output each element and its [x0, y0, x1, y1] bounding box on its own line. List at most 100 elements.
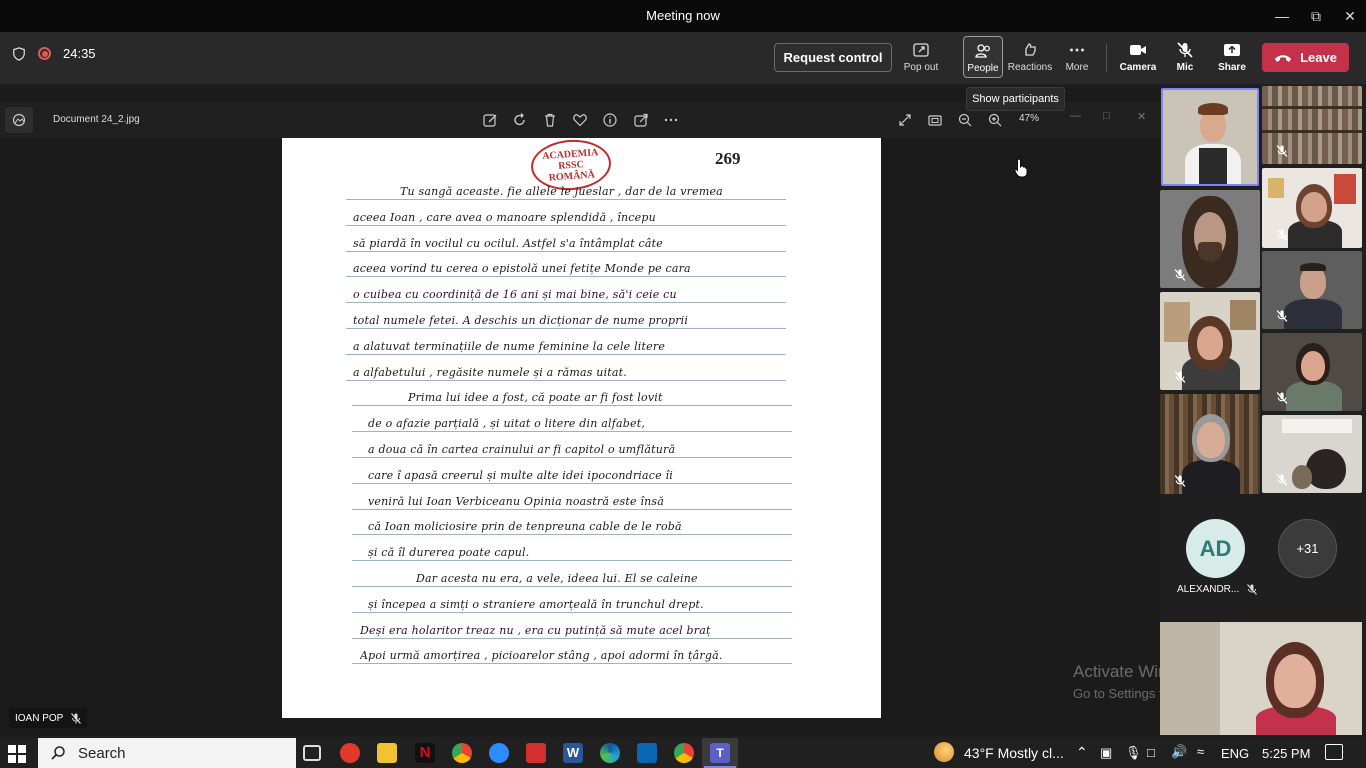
windows-start-icon[interactable]	[8, 745, 26, 763]
webex-icon[interactable]	[637, 743, 657, 763]
pop-out-button[interactable]: Pop out	[899, 36, 943, 80]
participant-tile[interactable]	[1262, 415, 1362, 493]
zoom-in-icon[interactable]	[987, 112, 1003, 128]
participant-tile[interactable]	[1160, 394, 1260, 494]
phone-hangup-icon	[1275, 54, 1292, 62]
more-button[interactable]: More	[1055, 36, 1099, 80]
participant-tile[interactable]	[1262, 86, 1362, 164]
camera-label: Camera	[1119, 62, 1157, 73]
windows-taskbar: Search N W T 43°F Mostly cl... ⌃ ▣ 🎙 □ 🔊…	[0, 738, 1366, 768]
avatar[interactable]: AD	[1186, 519, 1245, 578]
search-icon	[51, 746, 65, 760]
ruled-line	[346, 250, 786, 252]
participant-tile-self[interactable]	[1161, 88, 1259, 186]
info-icon[interactable]	[602, 112, 618, 128]
chevron-up-icon[interactable]: ⌃	[1076, 744, 1088, 761]
close-icon[interactable]: ✕	[1333, 0, 1366, 32]
battery-icon[interactable]: □	[1147, 745, 1155, 760]
participant-tile[interactable]	[1262, 251, 1362, 329]
weather-icon[interactable]	[934, 742, 954, 762]
meeting-timer: 24:35	[63, 46, 96, 61]
zoom-app-icon[interactable]	[489, 743, 509, 763]
window-title: Meeting now	[646, 8, 720, 23]
camera-icon	[1130, 45, 1146, 55]
fit-window-icon[interactable]	[927, 112, 943, 128]
mic-off-icon	[1174, 475, 1186, 487]
minimize-icon[interactable]: —	[1265, 0, 1299, 32]
chrome-icon[interactable]	[674, 743, 694, 763]
mic-off-icon	[1247, 584, 1258, 595]
favorite-icon[interactable]	[572, 112, 588, 128]
camera-button[interactable]: Camera	[1116, 36, 1160, 80]
show-participants-tooltip: Show participants	[966, 87, 1065, 111]
mic-off-icon	[1276, 392, 1288, 404]
delete-icon[interactable]	[542, 112, 558, 128]
participant-name: ALEXANDR...	[1177, 584, 1258, 595]
edge-icon[interactable]	[600, 743, 620, 763]
ruled-line	[346, 199, 786, 200]
participant-tile-large[interactable]	[1160, 622, 1362, 735]
handwritten-line: Deși era holaritor treaz nu , era cu put…	[360, 623, 711, 637]
more-participants-button[interactable]: +31	[1278, 519, 1337, 578]
opera-icon[interactable]	[340, 743, 360, 763]
chrome-icon[interactable]	[452, 743, 472, 763]
ruled-line	[352, 560, 792, 562]
more-icon	[1070, 48, 1084, 52]
word-icon[interactable]: W	[563, 743, 583, 763]
edit-icon[interactable]	[482, 112, 498, 128]
handwritten-line: a doua că în cartea crainului ar fi capi…	[368, 443, 676, 456]
rotate-icon[interactable]	[512, 112, 528, 128]
mic-label: Mic	[1176, 62, 1194, 73]
reactions-button[interactable]: Reactions	[1008, 36, 1052, 80]
more-options-icon[interactable]	[663, 112, 679, 128]
share-icon	[1224, 44, 1240, 56]
netflix-icon[interactable]: N	[415, 743, 435, 763]
leave-button[interactable]: Leave	[1262, 43, 1349, 72]
file-explorer-icon[interactable]	[377, 743, 397, 763]
people-button[interactable]: People	[963, 36, 1003, 78]
viewer-close-icon[interactable]: ✕	[1137, 110, 1146, 123]
request-control-button[interactable]: Request control	[774, 43, 892, 72]
participant-tile[interactable]	[1262, 333, 1362, 411]
language-indicator[interactable]: ENG	[1221, 746, 1249, 761]
viewer-restore-icon[interactable]: □	[1103, 110, 1110, 122]
people-label: People	[967, 63, 999, 74]
participant-tile[interactable]	[1160, 292, 1260, 390]
acrobat-icon[interactable]	[526, 743, 546, 763]
handwritten-line: a alatuvat terminațiile de nume feminine…	[353, 339, 666, 353]
handwritten-line: Apoi urmă amorțirea , picioarelor stâng …	[360, 649, 723, 663]
share-image-icon[interactable]	[633, 112, 649, 128]
title-bar: Meeting now — ⧉ ✕	[0, 0, 1366, 32]
mic-off-icon	[1174, 371, 1186, 383]
participant-tile[interactable]	[1262, 168, 1362, 248]
file-name: Document 24_2.jpg	[53, 114, 140, 125]
mic-button[interactable]: Mic	[1163, 36, 1207, 80]
document-page: ACADEMIA RSSC ROMÂNĂ 269 Tu sangă aceast…	[282, 138, 881, 718]
task-view-icon[interactable]	[303, 745, 321, 761]
ruled-line	[346, 379, 786, 381]
reactions-icon	[1025, 43, 1036, 56]
teams-icon[interactable]: T	[710, 743, 730, 763]
wifi-icon[interactable]: ≈	[1197, 744, 1204, 759]
meet-now-icon[interactable]: ▣	[1100, 745, 1112, 761]
ruled-line	[352, 482, 792, 484]
share-button[interactable]: Share	[1210, 36, 1254, 80]
microphone-icon[interactable]: 🎙	[1125, 745, 1142, 761]
clock[interactable]: 5:25 PM	[1262, 746, 1310, 761]
ruled-line	[352, 508, 792, 510]
mic-off-icon	[1276, 145, 1288, 157]
zoom-out-icon[interactable]	[957, 112, 973, 128]
notifications-icon[interactable]	[1325, 744, 1343, 760]
weather-text[interactable]: 43°F Mostly cl...	[964, 745, 1064, 761]
handwritten-line: și începea a simți o straniere amorțeală…	[368, 597, 704, 611]
viewer-minimize-icon[interactable]: —	[1070, 110, 1081, 122]
restore-icon[interactable]: ⧉	[1299, 0, 1333, 32]
participant-tile[interactable]	[1160, 190, 1260, 288]
mic-off-icon	[71, 712, 82, 724]
mic-off-icon	[1276, 229, 1288, 241]
volume-icon[interactable]: 🔊	[1171, 744, 1187, 760]
ruled-line	[352, 534, 792, 536]
taskbar-search-box[interactable]: Search	[38, 738, 296, 768]
handwritten-line: aceea vorind tu cerea o epistolă unei fe…	[353, 262, 691, 276]
fullscreen-icon[interactable]	[897, 112, 913, 128]
